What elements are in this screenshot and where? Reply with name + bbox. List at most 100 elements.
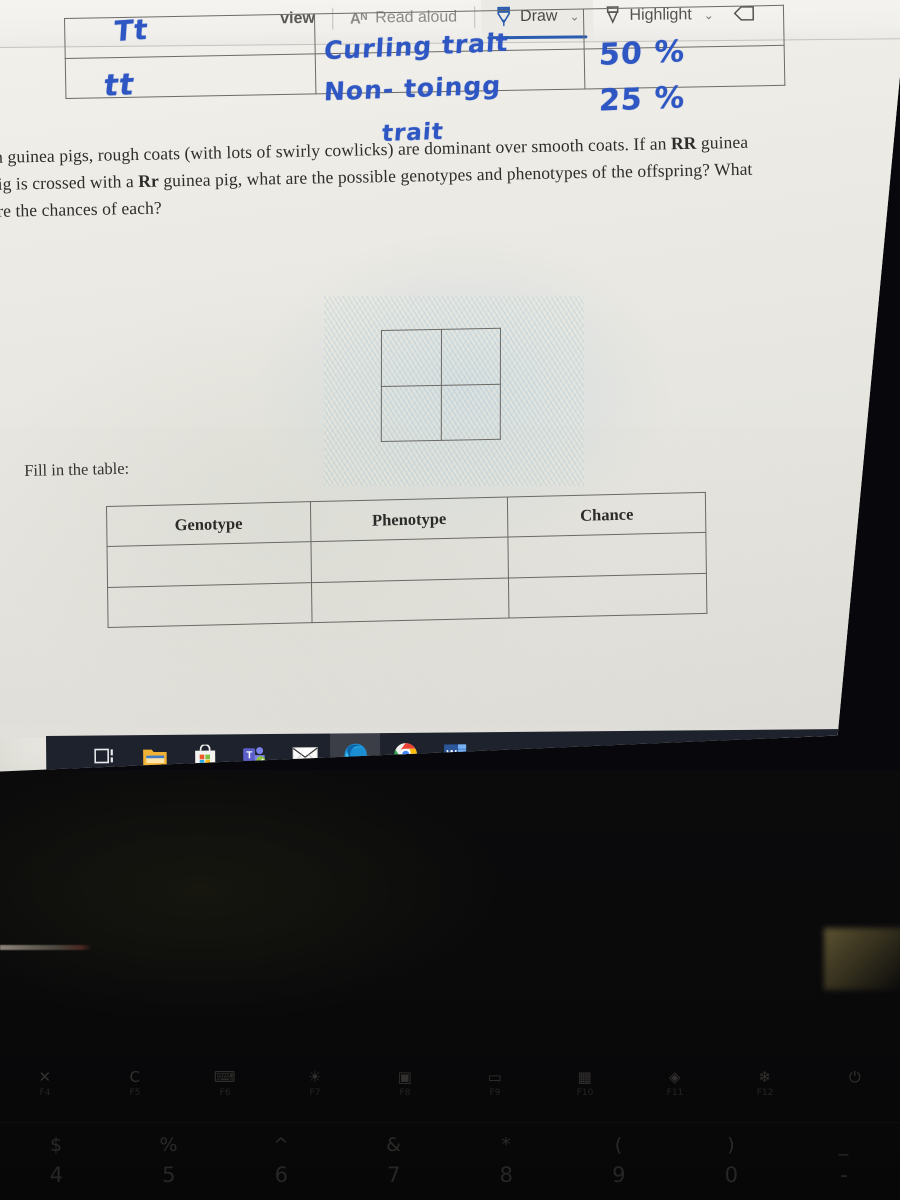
key-f5[interactable]: C F5 <box>90 1068 180 1120</box>
key-7[interactable]: & 7 <box>338 1132 451 1200</box>
hinge-light-reflection <box>0 945 92 950</box>
key-label: 9 <box>612 1163 626 1187</box>
key-4[interactable]: $ 4 <box>0 1132 113 1200</box>
punnett-cell[interactable] <box>440 383 501 441</box>
svg-text:W: W <box>446 749 457 761</box>
key-f9[interactable]: ▭ F9 <box>450 1068 540 1120</box>
file-explorer-icon <box>143 749 167 765</box>
laptop-screen: view Aᴺ Read aloud Draw ⌄ Highlight ⌄ Tt… <box>0 0 900 772</box>
header-phenotype: Phenotype <box>310 497 509 542</box>
key-glyph: ✕ <box>38 1068 52 1086</box>
show-hidden-icons-chevron-up-icon[interactable]: ∧ <box>823 743 833 758</box>
microsoft-word-icon: W <box>444 744 467 763</box>
fill-in-table-grid: Genotype Phenotype Chance <box>106 492 707 628</box>
key-f7[interactable]: ☀ F7 <box>270 1068 360 1120</box>
key-label: F7 <box>309 1088 321 1098</box>
key-9[interactable]: ( 9 <box>563 1132 676 1200</box>
google-chrome-icon <box>393 742 417 766</box>
microsoft-store-icon <box>195 744 216 766</box>
cell-phenotype[interactable] <box>310 537 509 583</box>
key-label: 0 <box>724 1163 738 1187</box>
fill-in-table-instruction: Fill in the table: <box>24 458 130 480</box>
battery-icon[interactable] <box>848 742 868 758</box>
svg-text:T: T <box>246 750 252 761</box>
key-f8[interactable]: ▣ F8 <box>360 1068 450 1120</box>
punnett-cell[interactable] <box>381 384 441 442</box>
key-f6[interactable]: ⌨ F6 <box>180 1068 270 1120</box>
microsoft-teams-icon: T <box>243 747 266 766</box>
key-glyph: ▭ <box>487 1068 503 1086</box>
punnett-row <box>381 383 501 442</box>
punnett-cell[interactable] <box>440 328 501 385</box>
microsoft-edge-icon <box>343 743 367 766</box>
key-glyph: & <box>386 1134 402 1156</box>
ink-genotype-row2: tt <box>101 67 137 104</box>
key-power[interactable]: ⏻ <box>810 1068 900 1120</box>
key-glyph: ☀ <box>308 1068 322 1086</box>
key-minus[interactable]: _ - <box>788 1132 900 1200</box>
key-glyph: ▣ <box>397 1068 413 1086</box>
key-f10[interactable]: ▦ F10 <box>540 1068 630 1120</box>
cell-genotype[interactable] <box>64 13 315 59</box>
cell-genotype[interactable] <box>107 541 312 587</box>
key-0[interactable]: ) 0 <box>675 1132 788 1200</box>
key-f12[interactable]: ❄ F12 <box>720 1068 810 1120</box>
punnett-grid <box>381 328 501 442</box>
key-glyph: ^ <box>273 1134 290 1156</box>
key-glyph: * <box>501 1134 512 1156</box>
task-view-icon <box>94 748 113 764</box>
key-8[interactable]: * 8 <box>450 1132 563 1200</box>
keyboard-function-row: ✕ F4 C F5 ⌨ F6 ☀ F7 ▣ F8 ▭ F9 ▦ F10 ◈ F1… <box>0 1068 900 1120</box>
key-label: 7 <box>387 1163 401 1187</box>
key-glyph: ◈ <box>668 1068 682 1086</box>
keyboard-number-row: $ 4 % 5 ^ 6 & 7 * 8 ( 9) 0 _ - <box>0 1132 900 1200</box>
question-bold-rr: RR <box>670 132 697 154</box>
mail-icon <box>292 747 318 764</box>
key-label: F6 <box>219 1088 231 1098</box>
key-glyph: ( <box>614 1134 623 1156</box>
key-label: 6 <box>274 1163 288 1187</box>
key-glyph: ⏻ <box>848 1068 862 1086</box>
key-glyph: ⌨ <box>213 1068 237 1086</box>
taskbar-system-tray: ∧ <box>823 742 897 759</box>
key-label: F10 <box>576 1088 594 1098</box>
ink-chance-row2: 25 % <box>598 80 687 119</box>
screenshot-root: ✕ F4 C F5 ⌨ F6 ☀ F7 ▣ F8 ▭ F9 ▦ F10 ◈ F1… <box>0 0 900 1200</box>
key-label: F5 <box>129 1088 141 1098</box>
key-label: F12 <box>756 1088 774 1098</box>
punnett-square <box>381 328 501 442</box>
punnett-row <box>381 328 501 387</box>
question-line-1-end: guinea <box>696 131 749 153</box>
fill-in-table: Genotype Phenotype Chance <box>106 492 707 628</box>
ambient-glow-patch <box>824 928 900 990</box>
ink-chance-row1: 50 % <box>598 34 686 73</box>
key-label: 5 <box>162 1163 176 1187</box>
key-label: F4 <box>39 1088 51 1098</box>
key-label: 4 <box>49 1163 63 1187</box>
laptop-keyboard: ✕ F4 C F5 ⌨ F6 ☀ F7 ▣ F8 ▭ F9 ▦ F10 ◈ F1… <box>0 1060 900 1200</box>
key-glyph: % <box>159 1134 179 1156</box>
cell-phenotype[interactable] <box>311 577 510 623</box>
key-5[interactable]: % 5 <box>113 1132 226 1200</box>
key-glyph: ▦ <box>577 1068 593 1086</box>
key-label: F11 <box>666 1088 684 1098</box>
taskbar-item-google-chrome[interactable] <box>380 733 430 772</box>
key-glyph: _ <box>838 1134 849 1156</box>
key-f4[interactable]: ✕ F4 <box>0 1068 90 1120</box>
key-glyph: ) <box>727 1134 736 1156</box>
taskbar-item-microsoft-word[interactable]: W <box>430 732 480 772</box>
key-glyph: C <box>129 1068 141 1086</box>
cell-chance[interactable] <box>508 532 707 578</box>
header-genotype: Genotype <box>106 501 311 547</box>
key-6[interactable]: ^ 6 <box>225 1132 338 1200</box>
punnett-cell[interactable] <box>381 329 441 387</box>
key-glyph: ❄ <box>758 1068 772 1086</box>
header-chance: Chance <box>507 492 706 538</box>
cell-genotype[interactable] <box>107 582 312 628</box>
question-line-2-text: pig is crossed with a <box>0 170 139 194</box>
cell-chance[interactable] <box>508 572 707 619</box>
key-label: - <box>839 1163 848 1187</box>
key-row-divider <box>0 1122 900 1123</box>
key-f11[interactable]: ◈ F11 <box>630 1068 720 1120</box>
key-glyph: $ <box>49 1134 63 1156</box>
